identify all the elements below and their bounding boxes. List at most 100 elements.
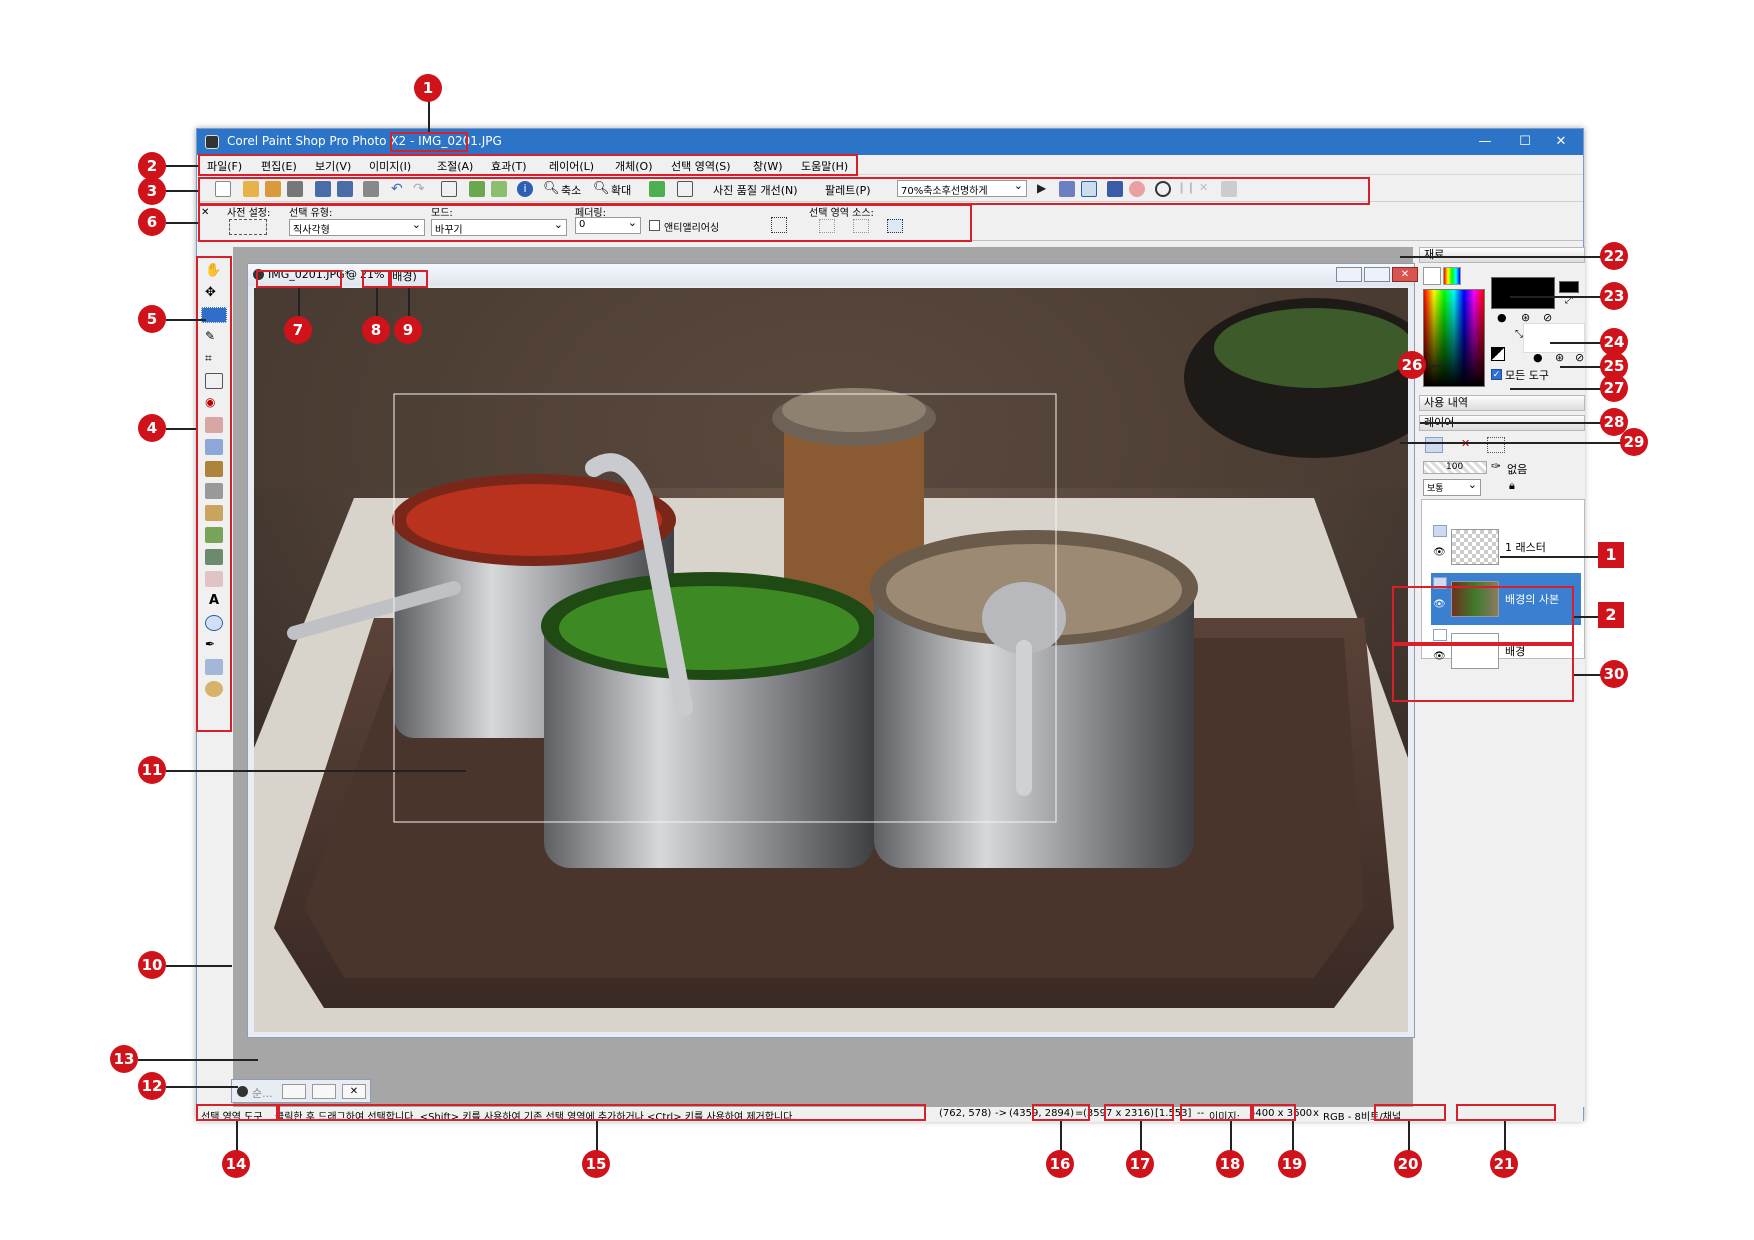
highlight-start [1032, 1104, 1090, 1121]
highlight-toolbar [198, 177, 1370, 205]
leader-10 [166, 965, 232, 967]
status-start-coord: (762, 578) [939, 1108, 992, 1119]
image-canvas[interactable] [254, 288, 1408, 1032]
lock-icon[interactable]: 🔒︎ [1509, 479, 1515, 493]
highlight-ratio [1252, 1104, 1296, 1121]
callout-21: 21 [1490, 1150, 1518, 1178]
foreground-swatch[interactable] [1491, 277, 1555, 309]
rainbow-tab-icon[interactable] [1443, 267, 1461, 285]
doc-restore-button[interactable] [1364, 267, 1390, 282]
callout-12: 12 [138, 1072, 166, 1100]
leader-sq1 [1500, 556, 1600, 558]
solid-fill-icon[interactable]: ● [1497, 311, 1507, 324]
leader-18 [1230, 1121, 1232, 1153]
doc-close-button[interactable]: ✕ [1392, 267, 1418, 282]
all-tools-checkbox[interactable]: ✓ [1491, 369, 1502, 380]
minimized-window[interactable]: 순... ✕ [231, 1079, 371, 1103]
callout-square-1: 1 [1598, 542, 1624, 568]
callout-11: 11 [138, 756, 166, 784]
leader-20 [1408, 1121, 1410, 1153]
highlight-end [1104, 1104, 1174, 1121]
background-material-swatch[interactable] [1523, 323, 1585, 353]
highlight-size [1180, 1104, 1252, 1121]
leader-23 [1510, 296, 1610, 298]
leader-13 [138, 1059, 258, 1061]
minimized-doc-label: 순... [252, 1087, 273, 1100]
layer-name: 1 래스터 [1505, 541, 1546, 554]
layer-raster-1[interactable]: 👁︎ 1 래스터 [1431, 521, 1581, 573]
layer-type-icon [1433, 525, 1447, 537]
highlight-image-size [1374, 1104, 1446, 1121]
layer-properties-icon[interactable] [1487, 437, 1505, 453]
highlight-color-mode [1456, 1104, 1556, 1121]
minimized-close-button[interactable]: ✕ [342, 1084, 366, 1099]
blend-mode-select[interactable]: 보통 [1423, 478, 1481, 496]
close-button[interactable]: ✕ [1541, 131, 1581, 153]
callout-2: 2 [138, 152, 166, 180]
reset-colors-icon[interactable] [1491, 347, 1505, 361]
highlight-file-name [390, 132, 468, 152]
background-swatch[interactable] [1559, 281, 1579, 293]
minimized-restore-button[interactable] [282, 1084, 306, 1099]
callout-8: 8 [362, 316, 390, 344]
callout-4: 4 [138, 414, 166, 442]
all-tools-label: 모든 도구 [1505, 369, 1549, 382]
visibility-eye-icon[interactable]: 👁︎ [1433, 547, 1446, 558]
highlight-doc-title [256, 270, 342, 288]
callout-13: 13 [110, 1045, 138, 1073]
bg-solid-fill-icon[interactable]: ● [1533, 351, 1543, 364]
callout-30: 30 [1600, 660, 1628, 688]
highlight-menu-bar [198, 154, 858, 176]
history-palette-title[interactable]: 사용 내역 [1419, 395, 1585, 411]
none-label: 없음 [1507, 463, 1528, 476]
leader-21 [1504, 1121, 1506, 1153]
frame-tab-icon[interactable] [1423, 267, 1441, 285]
callout-19: 19 [1278, 1150, 1306, 1178]
leader-15 [596, 1121, 598, 1153]
leader-sq2 [1574, 616, 1600, 618]
callout-22: 22 [1600, 242, 1628, 270]
bg-no-fill-icon[interactable]: ⊘ [1575, 351, 1584, 364]
workspace: IMG_0201.JPG* @ 21% (배경) ✕ 순... ✕ [231, 247, 1418, 1109]
minimize-button[interactable]: — [1465, 131, 1505, 153]
leader-17 [1140, 1121, 1142, 1153]
delete-layer-icon[interactable]: ✕ [1461, 437, 1479, 453]
swap-materials-icon[interactable]: ⤡ [1515, 329, 1523, 340]
callout-18: 18 [1216, 1150, 1244, 1178]
leader-12 [166, 1086, 238, 1088]
materials-tabs [1421, 265, 1491, 285]
maximize-button[interactable]: ☐ [1505, 131, 1545, 153]
leader-16 [1060, 1121, 1062, 1153]
highlight-status-tool [196, 1104, 278, 1121]
doc-minimize-button[interactable] [1336, 267, 1362, 282]
materials-palette-title[interactable]: 재료 [1419, 247, 1585, 263]
color-spectrum[interactable] [1423, 289, 1485, 387]
opacity-slider[interactable]: 100 [1423, 461, 1487, 474]
leader-4 [166, 428, 196, 430]
minimized-maximize-button[interactable] [312, 1084, 336, 1099]
callout-5: 5 [138, 305, 166, 333]
leader-27 [1510, 388, 1610, 390]
callout-20: 20 [1394, 1150, 1422, 1178]
mask-icon[interactable]: ✑ [1491, 459, 1501, 473]
app-icon [205, 135, 219, 149]
highlight-layer [390, 270, 428, 288]
opacity-value: 100 [1446, 462, 1464, 472]
highlight-tools [196, 256, 232, 732]
minimized-doc-icon [237, 1086, 248, 1097]
leader-26 [1428, 365, 1446, 367]
callout-26: 26 [1398, 351, 1426, 379]
leader-22 [1400, 256, 1610, 258]
highlight-status-hint [278, 1104, 926, 1121]
new-layer-icon[interactable] [1425, 437, 1443, 453]
callout-3: 3 [138, 177, 166, 205]
leader-5 [166, 319, 206, 321]
callout-29: 29 [1620, 428, 1648, 456]
bg-gradient-fill-icon[interactable]: ⊛ [1555, 351, 1564, 364]
highlight-layer-copy [1392, 586, 1574, 644]
photo-illustration [254, 288, 1408, 1032]
layer-thumbnail [1451, 529, 1499, 565]
image-window[interactable]: IMG_0201.JPG* @ 21% (배경) ✕ [247, 263, 1418, 1038]
highlight-options-bar [198, 204, 972, 242]
leader-2 [166, 165, 198, 167]
